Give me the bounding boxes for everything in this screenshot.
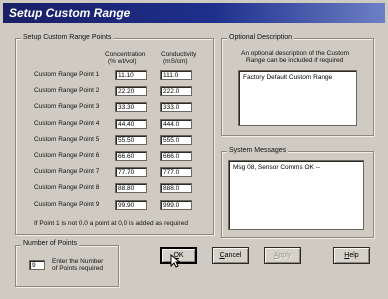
number-of-points-input[interactable]: 9 — [29, 260, 45, 270]
conc-column-header-line2: (% wt/vol) — [108, 58, 137, 65]
concentration-input[interactable]: 11.10 — [115, 70, 147, 80]
custom-range-point-label: Custom Range Point 2 — [34, 87, 100, 94]
number-of-points-group-title: Number of Points — [21, 240, 80, 247]
conductivity-input[interactable]: 111.0 — [160, 70, 192, 80]
conductivity-input[interactable]: 888.0 — [160, 183, 192, 193]
custom-range-point-label: Custom Range Point 9 — [34, 201, 100, 208]
optional-description-group-title: Optional Description — [227, 34, 295, 41]
system-messages-group-title: System Messages — [227, 147, 289, 154]
number-of-points-hint-line1: Enter the Number — [52, 258, 104, 265]
concentration-input[interactable]: 55.50 — [115, 135, 147, 145]
number-of-points-hint-line2: of Points required — [52, 265, 103, 272]
concentration-input[interactable]: 44.40 — [115, 119, 147, 129]
apply-button[interactable]: Apply — [264, 247, 301, 264]
concentration-input[interactable]: 66.60 — [115, 151, 147, 161]
concentration-input[interactable]: 22.20 — [115, 86, 147, 96]
setup-custom-range-dialog: Setup Custom Range Setup Custom Range Po… — [0, 0, 388, 299]
custom-range-point-label: Custom Range Point 7 — [34, 168, 100, 175]
custom-range-point-label: Custom Range Point 1 — [34, 71, 100, 78]
optional-description-textarea[interactable]: Factory Default Custom Range — [238, 70, 357, 126]
conductivity-input[interactable]: 444.0 — [160, 119, 192, 129]
conductivity-input[interactable]: 333.0 — [160, 102, 192, 112]
cond-column-header-line2: (mS/cm) — [163, 58, 188, 65]
conc-column-header-line1: Concentration — [105, 51, 146, 58]
conductivity-input[interactable]: 555.0 — [160, 135, 192, 145]
custom-range-point-label: Custom Range Point 3 — [34, 103, 100, 110]
custom-range-points-group-title: Setup Custom Range Points — [21, 34, 114, 41]
dialog-title: Setup Custom Range — [3, 3, 385, 23]
cond-column-header-line1: Conductivity — [161, 51, 197, 58]
concentration-input[interactable]: 77.70 — [115, 167, 147, 177]
concentration-input[interactable]: 99.90 — [115, 200, 147, 210]
conductivity-input[interactable]: 777.0 — [160, 167, 192, 177]
custom-range-point-label: Custom Range Point 6 — [34, 152, 100, 159]
zero-point-note: If Point 1 is not 0,0 a point at 0,0 is … — [34, 220, 188, 227]
custom-range-point-label: Custom Range Point 4 — [34, 120, 100, 127]
conductivity-input[interactable]: 999.0 — [160, 200, 192, 210]
optional-description-hint-line1: An optional description of the Custom — [241, 50, 350, 57]
custom-range-point-label: Custom Range Point 8 — [34, 184, 100, 191]
custom-range-point-label: Custom Range Point 5 — [34, 136, 100, 143]
concentration-input[interactable]: 33.30 — [115, 102, 147, 112]
conductivity-input[interactable]: 222.0 — [160, 86, 192, 96]
concentration-input[interactable]: 88.80 — [115, 183, 147, 193]
help-button[interactable]: Help — [333, 247, 370, 264]
system-messages-box: Msg 08, Sensor Comms OK -- — [228, 160, 364, 230]
mouse-pointer-icon — [170, 254, 180, 268]
cancel-button[interactable]: Cancel — [212, 247, 249, 264]
conductivity-input[interactable]: 666.0 — [160, 151, 192, 161]
optional-description-hint-line2: Range can be included if required — [246, 57, 344, 64]
